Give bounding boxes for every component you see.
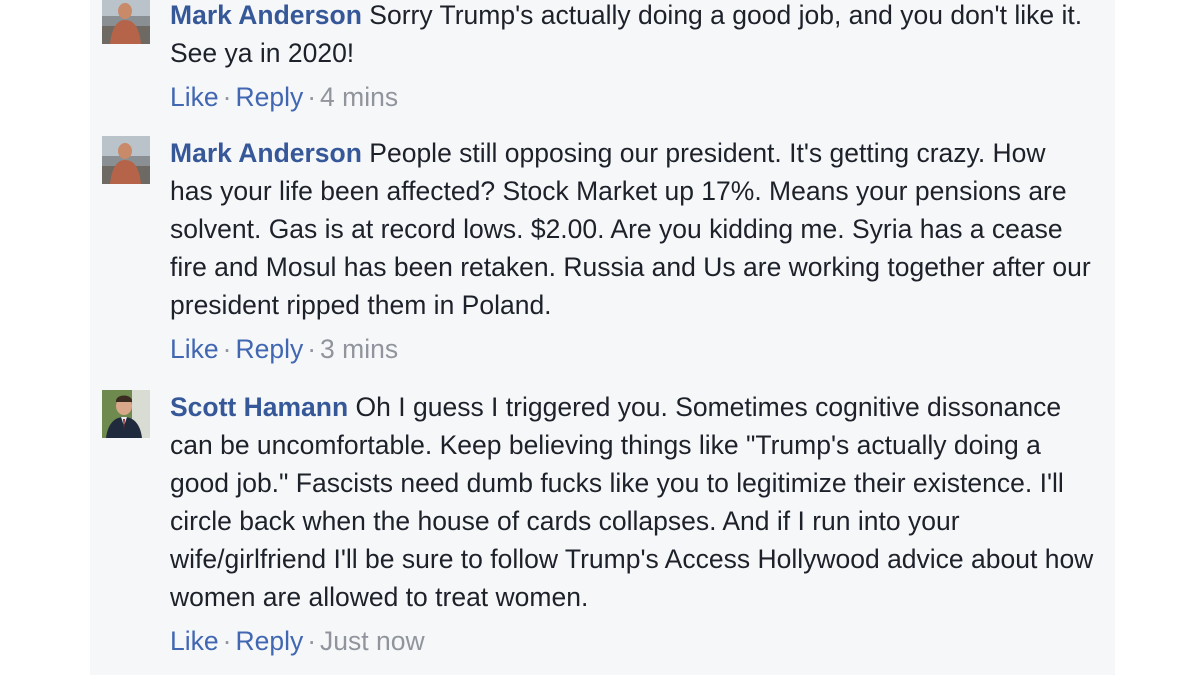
profile-photo-icon [102, 390, 150, 438]
separator: · [222, 82, 232, 112]
separator: · [222, 626, 232, 656]
comment-text: Oh I guess I triggered you. Sometimes co… [170, 392, 1094, 612]
separator: · [307, 82, 317, 112]
profile-photo-icon [102, 136, 150, 184]
profile-photo-icon [102, 0, 150, 44]
comment-timestamp[interactable]: Just now [320, 626, 425, 656]
like-button[interactable]: Like [170, 82, 219, 112]
comment-author[interactable]: Mark Anderson [170, 138, 362, 168]
avatar[interactable] [102, 136, 150, 184]
like-button[interactable]: Like [170, 334, 219, 364]
reply-button[interactable]: Reply [235, 82, 303, 112]
comment-author[interactable]: Mark Anderson [170, 0, 362, 30]
comments-panel: Mark Anderson Sorry Trump's actually doi… [90, 0, 1115, 675]
comment-actions: Like · Reply · Just now [170, 622, 1095, 660]
comment-actions: Like · Reply · 3 mins [170, 330, 1095, 368]
comment-timestamp[interactable]: 3 mins [320, 334, 398, 364]
separator: · [307, 334, 317, 364]
comment-body: Scott Hamann Oh I guess I triggered you.… [170, 388, 1095, 660]
comment-body: Mark Anderson People still opposing our … [170, 134, 1095, 368]
comment-timestamp[interactable]: 4 mins [320, 82, 398, 112]
comment-actions: Like · Reply · 4 mins [170, 78, 1095, 116]
avatar[interactable] [102, 390, 150, 438]
separator: · [307, 626, 317, 656]
comment-body: Mark Anderson Sorry Trump's actually doi… [170, 0, 1095, 116]
comment-author[interactable]: Scott Hamann [170, 392, 348, 422]
reply-button[interactable]: Reply [235, 334, 303, 364]
separator: · [222, 334, 232, 364]
like-button[interactable]: Like [170, 626, 219, 656]
avatar[interactable] [102, 0, 150, 44]
reply-button[interactable]: Reply [235, 626, 303, 656]
